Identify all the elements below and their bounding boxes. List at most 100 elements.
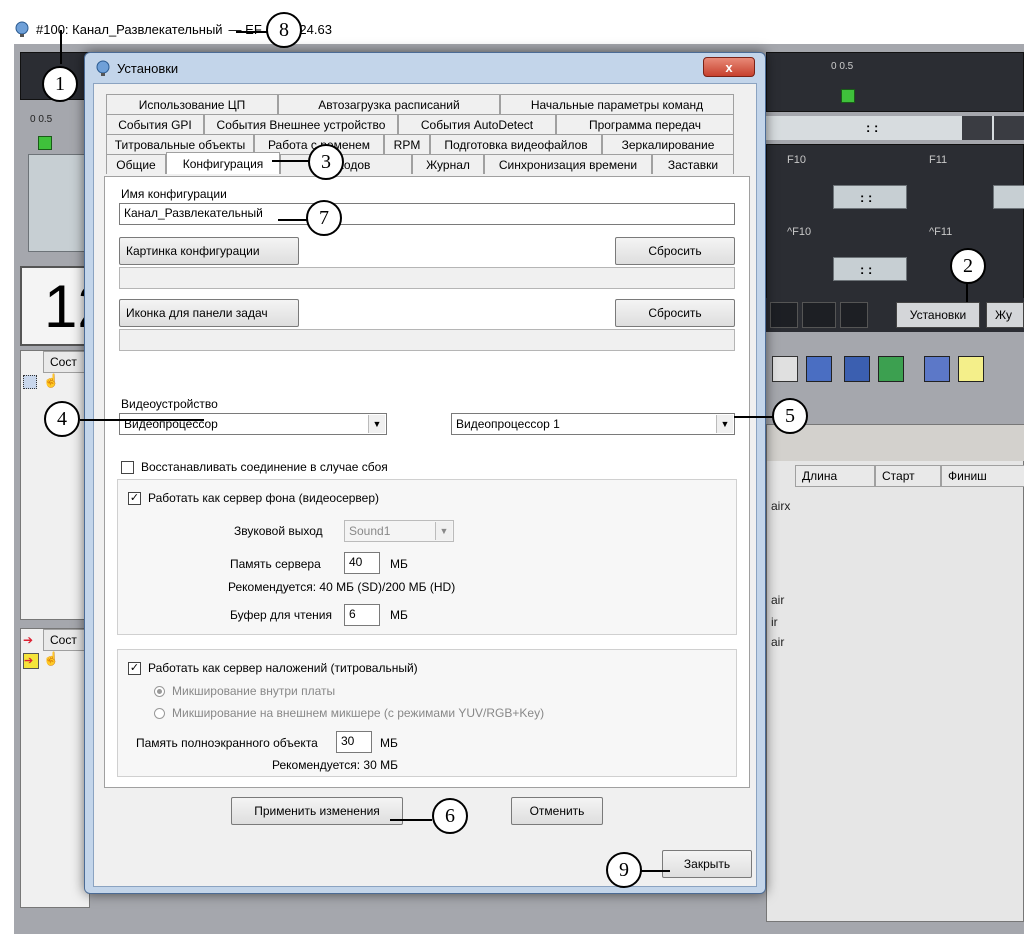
mix-internal-radio[interactable] bbox=[154, 686, 165, 697]
left-preview bbox=[28, 154, 88, 252]
cancel-button[interactable]: Отменить bbox=[511, 797, 603, 825]
tab-time-sync[interactable]: Синхронизация времени bbox=[484, 154, 652, 174]
read-buffer-input[interactable]: 6 bbox=[344, 604, 380, 626]
bg-server-label: Работать как сервер фона (видеосервер) bbox=[148, 491, 379, 505]
row-active-arrow-icon: ➔ bbox=[23, 653, 39, 669]
callout-7-leader bbox=[278, 219, 308, 221]
config-picture-button[interactable]: Картинка конфигурации bbox=[119, 237, 299, 265]
dialog-title-bar[interactable]: Установки bbox=[85, 53, 765, 83]
left-slider-scale: 0 0.5 bbox=[30, 114, 53, 125]
dialog-title: Установки bbox=[117, 60, 179, 76]
server-memory-input[interactable]: 40 bbox=[344, 552, 380, 574]
config-name-input[interactable]: Канал_Развлекательный bbox=[119, 203, 735, 225]
tab-configuration[interactable]: Конфигурация bbox=[166, 152, 280, 174]
apply-changes-button[interactable]: Применить изменения bbox=[231, 797, 403, 825]
toolbar-image-icon[interactable] bbox=[772, 356, 798, 382]
toolbar-film-icon[interactable] bbox=[806, 356, 832, 382]
right-slider-handle[interactable] bbox=[841, 89, 855, 103]
taskbar-icon-path bbox=[119, 329, 735, 351]
tab-general[interactable]: Общие bbox=[106, 154, 166, 174]
list-fragment-4: air bbox=[771, 635, 785, 649]
reset-picture-button[interactable]: Сбросить bbox=[615, 237, 735, 265]
callout-3-leader bbox=[272, 160, 310, 162]
tab-initial-command-params[interactable]: Начальные параметры команд bbox=[500, 94, 734, 114]
toolbar-export-icon[interactable] bbox=[924, 356, 950, 382]
right-toolbar bbox=[766, 348, 1024, 388]
fkey-f11[interactable]: F11 bbox=[923, 151, 953, 169]
right-timecode-strip: : : bbox=[766, 116, 1024, 140]
col-finish[interactable]: Финиш bbox=[941, 465, 1024, 487]
fkey-ctrl-f10[interactable]: ^F10 bbox=[781, 223, 817, 241]
toolbar-title-icon[interactable] bbox=[844, 356, 870, 382]
tab-cpu-usage[interactable]: Использование ЦП bbox=[106, 94, 278, 114]
bar-slot-3 bbox=[840, 302, 868, 328]
callout-6-leader bbox=[390, 819, 432, 821]
video-processor-value: Видеопроцессор 1 bbox=[456, 417, 560, 431]
tab-row-2: События GPI События Внешнее устройство С… bbox=[106, 114, 734, 134]
row-arrow-icon: ➔ bbox=[23, 633, 34, 647]
row-play-icon bbox=[23, 375, 37, 389]
app-globe-icon bbox=[15, 21, 29, 37]
tab-row-1: Использование ЦП Автозагрузка расписаний… bbox=[106, 94, 734, 114]
row-hand-icon-2: ☝ bbox=[43, 651, 60, 666]
fullscreen-memory-unit: МБ bbox=[380, 736, 398, 750]
settings-button[interactable]: Установки bbox=[896, 302, 980, 328]
tab-gpi-events[interactable]: События GPI bbox=[106, 114, 204, 134]
right-fkey-panel: F10 F11 : : ^F10 ^F11 : : bbox=[766, 144, 1024, 318]
video-processor-select[interactable]: Видеопроцессор 1 ▼ bbox=[451, 413, 735, 435]
callout-1: 1 bbox=[42, 66, 78, 102]
list-fragment-1: airx bbox=[771, 499, 791, 513]
tab-autodetect-events[interactable]: События AutoDetect bbox=[398, 114, 556, 134]
reset-icon-button[interactable]: Сбросить bbox=[615, 299, 735, 327]
tab-schedule-autoload[interactable]: Автозагрузка расписаний bbox=[278, 94, 500, 114]
fullscreen-memory-input[interactable]: 30 bbox=[336, 731, 372, 753]
tab-journal[interactable]: Журнал bbox=[412, 154, 484, 174]
timecode-cell bbox=[962, 116, 992, 140]
close-button[interactable]: Закрыть bbox=[662, 850, 752, 878]
read-buffer-unit: МБ bbox=[390, 608, 408, 622]
overlay-recommendation: Рекомендуется: 30 МБ bbox=[272, 758, 398, 772]
toolbar-notes-icon[interactable] bbox=[958, 356, 984, 382]
tab-rpm[interactable]: RPM bbox=[384, 134, 430, 154]
lcd-clock: 12 bbox=[20, 266, 90, 346]
fkey-ctrl-f11[interactable]: ^F11 bbox=[923, 223, 958, 241]
chevron-down-icon[interactable]: ▼ bbox=[716, 415, 733, 433]
bar-slot-1 bbox=[770, 302, 798, 328]
tab-title-objects[interactable]: Титровальные объекты bbox=[106, 134, 254, 154]
tab-mirroring[interactable]: Зеркалирование bbox=[602, 134, 734, 154]
tab-program-schedule[interactable]: Программа передач bbox=[556, 114, 734, 134]
dialog-client-area: Использование ЦП Автозагрузка расписаний… bbox=[93, 83, 757, 887]
dialog-close-icon[interactable]: x bbox=[703, 57, 755, 77]
fkey-time-3: : : bbox=[833, 257, 907, 281]
mix-external-radio[interactable] bbox=[154, 708, 165, 719]
fkey-f10[interactable]: F10 bbox=[781, 151, 812, 169]
timecode-1: : : bbox=[866, 120, 879, 135]
journal-button[interactable]: Жу bbox=[986, 302, 1024, 328]
video-device-select[interactable]: Видеопроцессор ▼ bbox=[119, 413, 387, 435]
chevron-down-icon[interactable]: ▼ bbox=[368, 415, 385, 433]
tab-screensavers[interactable]: Заставки bbox=[652, 154, 734, 174]
server-memory-label: Память сервера bbox=[230, 557, 321, 571]
callout-4: 4 bbox=[44, 401, 80, 437]
overlay-server-label: Работать как сервер наложений (титроваль… bbox=[148, 661, 418, 675]
overlay-server-checkbox[interactable]: ✓ bbox=[128, 662, 141, 675]
left-slider-handle[interactable] bbox=[38, 136, 52, 150]
callout-5: 5 bbox=[772, 398, 808, 434]
callout-1-leader bbox=[60, 30, 62, 64]
sound-output-select[interactable]: Sound1 ▼ bbox=[344, 520, 454, 542]
restore-connection-checkbox[interactable] bbox=[121, 461, 134, 474]
col-start[interactable]: Старт bbox=[875, 465, 941, 487]
taskbar-icon-button[interactable]: Иконка для панели задач bbox=[119, 299, 299, 327]
tab-inputs[interactable]: и входов bbox=[280, 154, 412, 174]
fkey-time-1: : : bbox=[833, 185, 907, 209]
bg-recommendation: Рекомендуется: 40 МБ (SD)/200 МБ (HD) bbox=[228, 580, 456, 594]
tab-video-prep[interactable]: Подготовка видеофайлов bbox=[430, 134, 602, 154]
bg-server-checkbox[interactable]: ✓ bbox=[128, 492, 141, 505]
row-hand-icon: ☝ bbox=[43, 373, 60, 388]
restore-connection-label: Восстанавливать соединение в случае сбоя bbox=[141, 460, 388, 474]
col-length[interactable]: Длина bbox=[795, 465, 875, 487]
toolbar-title2-icon[interactable] bbox=[878, 356, 904, 382]
tab-external-device-events[interactable]: События Внешнее устройство bbox=[204, 114, 398, 134]
chevron-down-icon[interactable]: ▼ bbox=[435, 522, 452, 540]
right-slider-scale: 0 0.5 bbox=[831, 61, 854, 72]
